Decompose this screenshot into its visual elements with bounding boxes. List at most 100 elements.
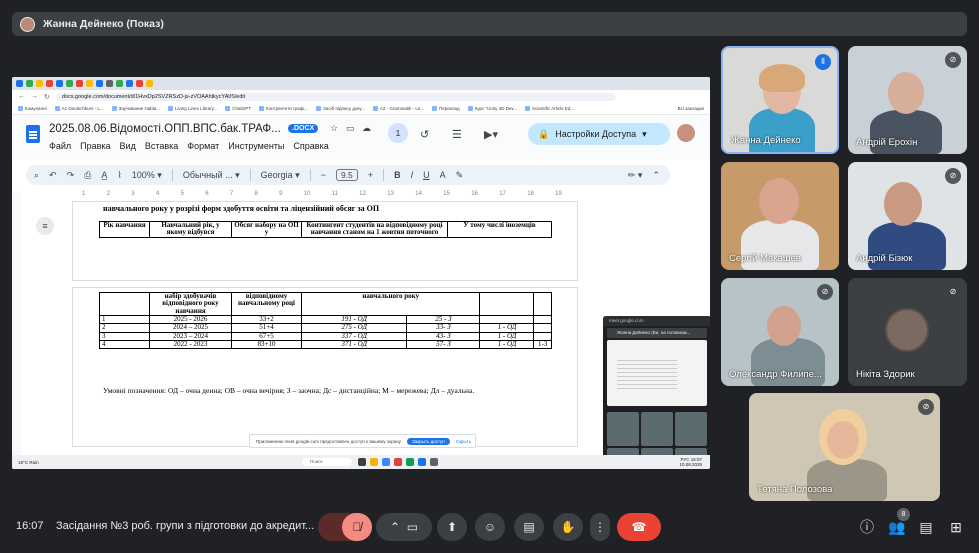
meet-icon[interactable]: ▶▾	[484, 123, 498, 145]
leave-call-button[interactable]: ☎	[617, 513, 661, 541]
tab-icon[interactable]	[36, 80, 43, 87]
mic-toggle-button[interactable]: 🎙̸	[342, 513, 372, 541]
bookmark[interactable]: ChatGPT	[225, 106, 251, 111]
comment-icon[interactable]: ☰	[452, 123, 462, 145]
bookmark[interactable]: A2 - Grammatik - Le...	[373, 106, 424, 111]
redo-icon[interactable]: ↷	[67, 170, 75, 181]
tab-icon[interactable]	[86, 80, 93, 87]
tab-icon[interactable]	[76, 80, 83, 87]
chrome-icon[interactable]	[382, 458, 390, 466]
tab-icon[interactable]	[96, 80, 103, 87]
all-bookmarks[interactable]: Всі закладки	[678, 106, 710, 111]
stop-sharing-button[interactable]: Закрыть доступ	[406, 437, 450, 445]
bookmark[interactable]: Заучивание Habla...	[112, 106, 160, 111]
participant-tile[interactable]: ⦀ Жанна Дейнеко	[721, 46, 839, 154]
account-avatar[interactable]	[676, 123, 696, 143]
raise-hand-button[interactable]: ✋	[553, 513, 583, 541]
spellcheck-icon[interactable]: A̲	[101, 170, 107, 180]
taskview-icon[interactable]	[358, 458, 366, 466]
url-field[interactable]: docs.google.com/document/d/1HvxDp2SVZRSz…	[55, 92, 616, 101]
collaborator-count[interactable]: 1	[388, 123, 408, 143]
more-options-button[interactable]: ⋮	[590, 513, 610, 541]
app-icon[interactable]	[394, 458, 402, 466]
history-icon[interactable]: ↺	[420, 123, 429, 145]
style-select[interactable]: Обычный ... ▾	[183, 170, 240, 181]
font-size-increase[interactable]: +	[368, 170, 373, 180]
bookmark[interactable]: Засіб підпису доку...	[316, 106, 365, 111]
participant-tile[interactable]: ⊘ Тетяна Полозова	[749, 393, 940, 501]
print-icon[interactable]: ⎙	[84, 170, 91, 181]
reactions-button[interactable]: ☺	[475, 513, 505, 541]
menu-format[interactable]: Формат	[187, 141, 219, 151]
outline-icon[interactable]: ≡	[36, 217, 54, 235]
tab-icon[interactable]	[116, 80, 123, 87]
app-icon[interactable]	[418, 458, 426, 466]
tab-icon[interactable]	[66, 80, 73, 87]
present-button[interactable]: ⬆	[437, 513, 467, 541]
participant-tile[interactable]: ⊘ Нікіта Здорик	[848, 278, 967, 386]
zoom-select[interactable]: 100% ▾	[132, 170, 162, 181]
docs-logo-icon[interactable]	[26, 125, 40, 143]
explorer-icon[interactable]	[370, 458, 378, 466]
app-icon[interactable]	[430, 458, 438, 466]
cloud-status-icon[interactable]: ☁	[362, 123, 371, 134]
collapse-toolbar-icon[interactable]: ⌃	[652, 170, 670, 181]
bold-icon[interactable]: B	[394, 170, 401, 180]
camera-button[interactable]: ⌃ ▭	[376, 513, 432, 541]
tab-icon[interactable]	[56, 80, 63, 87]
menu-tools[interactable]: Инструменты	[228, 141, 284, 151]
paint-format-icon[interactable]: ⌇	[117, 170, 121, 181]
participant-tile[interactable]: ⊘ Андрій Бізюк	[848, 162, 967, 270]
bookmark[interactable]: A1 Deutschkurs - L...	[55, 106, 104, 111]
tab-icon[interactable]	[46, 80, 53, 87]
bookmark[interactable]: Переклад	[432, 106, 460, 111]
hide-notice-link[interactable]: Скрыть	[456, 439, 471, 444]
tab-icon[interactable]	[26, 80, 33, 87]
back-icon[interactable]: ←	[18, 93, 25, 100]
tab-icon[interactable]	[16, 80, 23, 87]
underline-icon[interactable]: U	[423, 170, 430, 180]
menu-file[interactable]: Файл	[49, 141, 71, 151]
bookmark[interactable]: Комуналні	[18, 106, 47, 111]
star-icon[interactable]: ☆	[330, 123, 338, 134]
taskbar-search[interactable]: Поиск	[302, 458, 352, 466]
participant-tile[interactable]: ⊘ Андрій Ерохін	[848, 46, 967, 154]
editing-mode-icon[interactable]: ✏ ▾	[628, 170, 643, 181]
bookmark[interactable]: Курс "Unity 3D Dev...	[468, 106, 517, 111]
italic-icon[interactable]: I	[411, 170, 414, 180]
font-select[interactable]: Georgia ▾	[261, 170, 300, 181]
share-button[interactable]: 🔒 Настройки Доступа ▾	[528, 123, 670, 145]
search-icon[interactable]: ⌕	[34, 170, 39, 181]
chat-button[interactable]: ▤	[915, 513, 937, 541]
weather-widget[interactable]: 19°C Rain	[12, 460, 39, 465]
participant-tile[interactable]: ⊘ Олександр Филипе...	[721, 278, 839, 386]
tab-icon[interactable]	[126, 80, 133, 87]
font-size-decrease[interactable]: −	[321, 170, 326, 180]
undo-icon[interactable]: ↶	[49, 170, 57, 181]
tab-icon[interactable]	[106, 80, 113, 87]
bookmark[interactable]: Scientific Article Ed...	[525, 106, 574, 111]
font-size-input[interactable]: 9.5	[335, 169, 358, 181]
meeting-info-button[interactable]: ⓘ	[856, 513, 878, 541]
text-color-icon[interactable]: A	[440, 170, 446, 180]
menu-edit[interactable]: Правка	[80, 141, 110, 151]
activities-button[interactable]: ⊞	[945, 513, 967, 541]
menu-view[interactable]: Вид	[120, 141, 136, 151]
participant-tile[interactable]: Сергій Макашев	[721, 162, 839, 270]
bookmark[interactable]: Контрагенти графі...	[259, 106, 308, 111]
app-icon[interactable]	[406, 458, 414, 466]
browser-tab-strip	[12, 77, 710, 90]
bookmark[interactable]: Living Lines Library...	[168, 106, 217, 111]
meeting-title[interactable]: Засідання №3 роб. групи з підготовки до …	[56, 520, 314, 532]
tab-icon[interactable]	[136, 80, 143, 87]
document-title[interactable]: 2025.08.06.Відомості.ОПП.ВПС.бак.ТРАФ...	[49, 123, 281, 135]
meet-preview-window[interactable]: meet.google.com Жанна Дейнеко (Ви, на го…	[603, 316, 710, 469]
tab-icon[interactable]	[146, 80, 153, 87]
forward-icon[interactable]: →	[31, 93, 38, 100]
captions-button[interactable]: ▤	[514, 513, 544, 541]
menu-help[interactable]: Справка	[293, 141, 328, 151]
move-folder-icon[interactable]: ▭	[346, 123, 355, 134]
highlight-icon[interactable]: ✎	[456, 170, 464, 181]
reload-icon[interactable]: ↻	[44, 93, 50, 101]
menu-insert[interactable]: Вставка	[145, 141, 178, 151]
